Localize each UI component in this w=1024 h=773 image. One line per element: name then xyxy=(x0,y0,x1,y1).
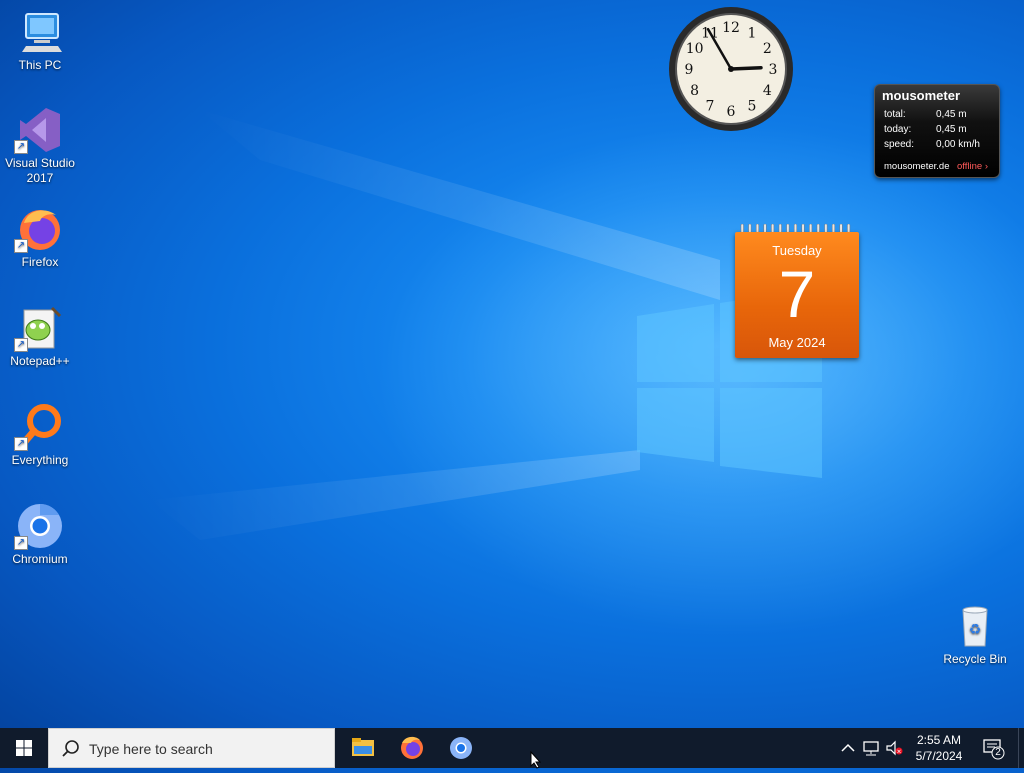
desktop-icon-label: Recycle Bin xyxy=(943,652,1007,666)
speed-value: 0,00 km/h xyxy=(936,139,980,150)
desktop: This PC ↗ Visual Studio 2017 ↗ Firefox ↗… xyxy=(0,0,1024,728)
everything-search-icon: ↗ xyxy=(14,403,64,451)
mouse-cursor-icon xyxy=(530,751,542,769)
clock-numeral: 10 xyxy=(686,41,704,57)
mousometer-status[interactable]: offline › xyxy=(957,161,988,172)
mousometer-site-link[interactable]: mousometer.de xyxy=(884,161,949,172)
file-explorer-icon xyxy=(352,738,374,756)
taskbar-time: 2:55 AM xyxy=(916,733,962,747)
mousometer-gadget[interactable]: mousometer total: 0,45 m today: 0,45 m s… xyxy=(874,84,1000,178)
clock-numeral: 7 xyxy=(706,98,715,114)
clock-numeral: 8 xyxy=(690,83,699,99)
shortcut-arrow-icon: ↗ xyxy=(14,536,28,550)
desktop-icon-label: Notepad++ xyxy=(10,354,70,368)
taskbar-date: 5/7/2024 xyxy=(915,749,963,763)
network-icon[interactable] xyxy=(861,738,881,758)
calendar-weekday: Tuesday xyxy=(772,243,822,258)
computer-icon xyxy=(16,8,64,56)
today-value: 0,45 m xyxy=(936,124,967,135)
desktop-icon-firefox[interactable]: ↗ Firefox xyxy=(0,205,80,270)
speed-label: speed: xyxy=(884,139,915,150)
action-center-button[interactable]: 2 xyxy=(980,736,1008,760)
taskbar-clock[interactable]: 2:55 AM 5/7/2024 xyxy=(904,732,974,764)
firefox-icon: ↗ xyxy=(14,205,64,253)
mousometer-title: mousometer xyxy=(882,88,961,103)
firefox-icon xyxy=(401,736,423,759)
desktop-icon-label: Everything xyxy=(11,453,69,467)
shortcut-arrow-icon: ↗ xyxy=(14,338,28,352)
windows-logo-icon xyxy=(16,740,32,756)
svg-text:♻: ♻ xyxy=(969,622,982,638)
notification-count-badge: 2 xyxy=(995,747,1001,758)
taskbar-firefox[interactable] xyxy=(388,728,436,768)
desktop-icon-chromium[interactable]: ↗ Chromium xyxy=(0,502,80,567)
clock-gadget[interactable]: 121234567891011 xyxy=(668,6,794,132)
calendar-page: Tuesday 7 May 2024 xyxy=(735,232,859,358)
notepad-plus-plus-icon: ↗ xyxy=(14,304,64,352)
volume-muted-icon[interactable]: ✕ xyxy=(884,738,904,758)
chromium-icon xyxy=(450,737,472,759)
desktop-icon-notepad-plus-plus[interactable]: ↗ Notepad++ xyxy=(0,304,80,369)
desktop-icon-recycle-bin[interactable]: ♻ Recycle Bin xyxy=(935,602,1015,667)
show-hidden-icons-chevron-icon[interactable] xyxy=(838,738,858,758)
desktop-icon-label: Visual Studio 2017 xyxy=(5,156,75,185)
taskbar-chromium[interactable] xyxy=(437,728,485,768)
clock-hour-hand xyxy=(729,65,763,71)
shortcut-arrow-icon: ↗ xyxy=(14,437,28,451)
recycle-bin-icon: ♻ xyxy=(951,602,999,650)
calendar-gadget[interactable]: Tuesday 7 May 2024 xyxy=(735,224,859,358)
shortcut-arrow-icon: ↗ xyxy=(14,239,28,253)
clock-numeral: 1 xyxy=(748,26,757,42)
clock-numeral: 4 xyxy=(763,83,772,99)
clock-numeral: 9 xyxy=(685,62,694,78)
start-button[interactable] xyxy=(0,728,48,768)
clock-numeral: 12 xyxy=(722,20,740,36)
taskbar-file-explorer[interactable] xyxy=(339,728,387,768)
calendar-day: 7 xyxy=(778,257,816,331)
desktop-icon-this-pc[interactable]: This PC xyxy=(0,8,80,73)
today-label: today: xyxy=(884,124,912,135)
calendar-month-year: May 2024 xyxy=(768,335,826,350)
analog-clock-face: 121234567891011 xyxy=(669,7,793,131)
search-placeholder: Type here to search xyxy=(89,741,213,757)
total-value: 0,45 m xyxy=(936,109,967,120)
desktop-icon-visual-studio[interactable]: ↗ Visual Studio 2017 xyxy=(0,106,80,186)
visual-studio-icon: ↗ xyxy=(14,106,64,154)
clock-numeral: 3 xyxy=(769,62,778,78)
search-icon xyxy=(62,740,79,757)
chromium-icon: ↗ xyxy=(14,502,64,550)
clock-numeral: 5 xyxy=(748,98,757,114)
clock-numeral: 2 xyxy=(763,41,772,57)
desktop-icon-everything[interactable]: ↗ Everything xyxy=(0,403,80,468)
taskbar: Type here to search ✕ 2:55 AM 5/7/2024 2 xyxy=(0,728,1024,768)
total-label: total: xyxy=(884,109,906,120)
wallpaper xyxy=(0,0,1024,728)
shortcut-arrow-icon: ↗ xyxy=(14,140,28,154)
svg-text:✕: ✕ xyxy=(896,749,901,756)
search-box[interactable]: Type here to search xyxy=(48,728,335,768)
desktop-icon-label: This PC xyxy=(18,58,62,72)
clock-numeral: 6 xyxy=(727,104,736,120)
show-desktop-button[interactable] xyxy=(1018,728,1024,768)
desktop-icon-label: Chromium xyxy=(12,552,68,566)
desktop-icon-label: Firefox xyxy=(21,255,59,269)
